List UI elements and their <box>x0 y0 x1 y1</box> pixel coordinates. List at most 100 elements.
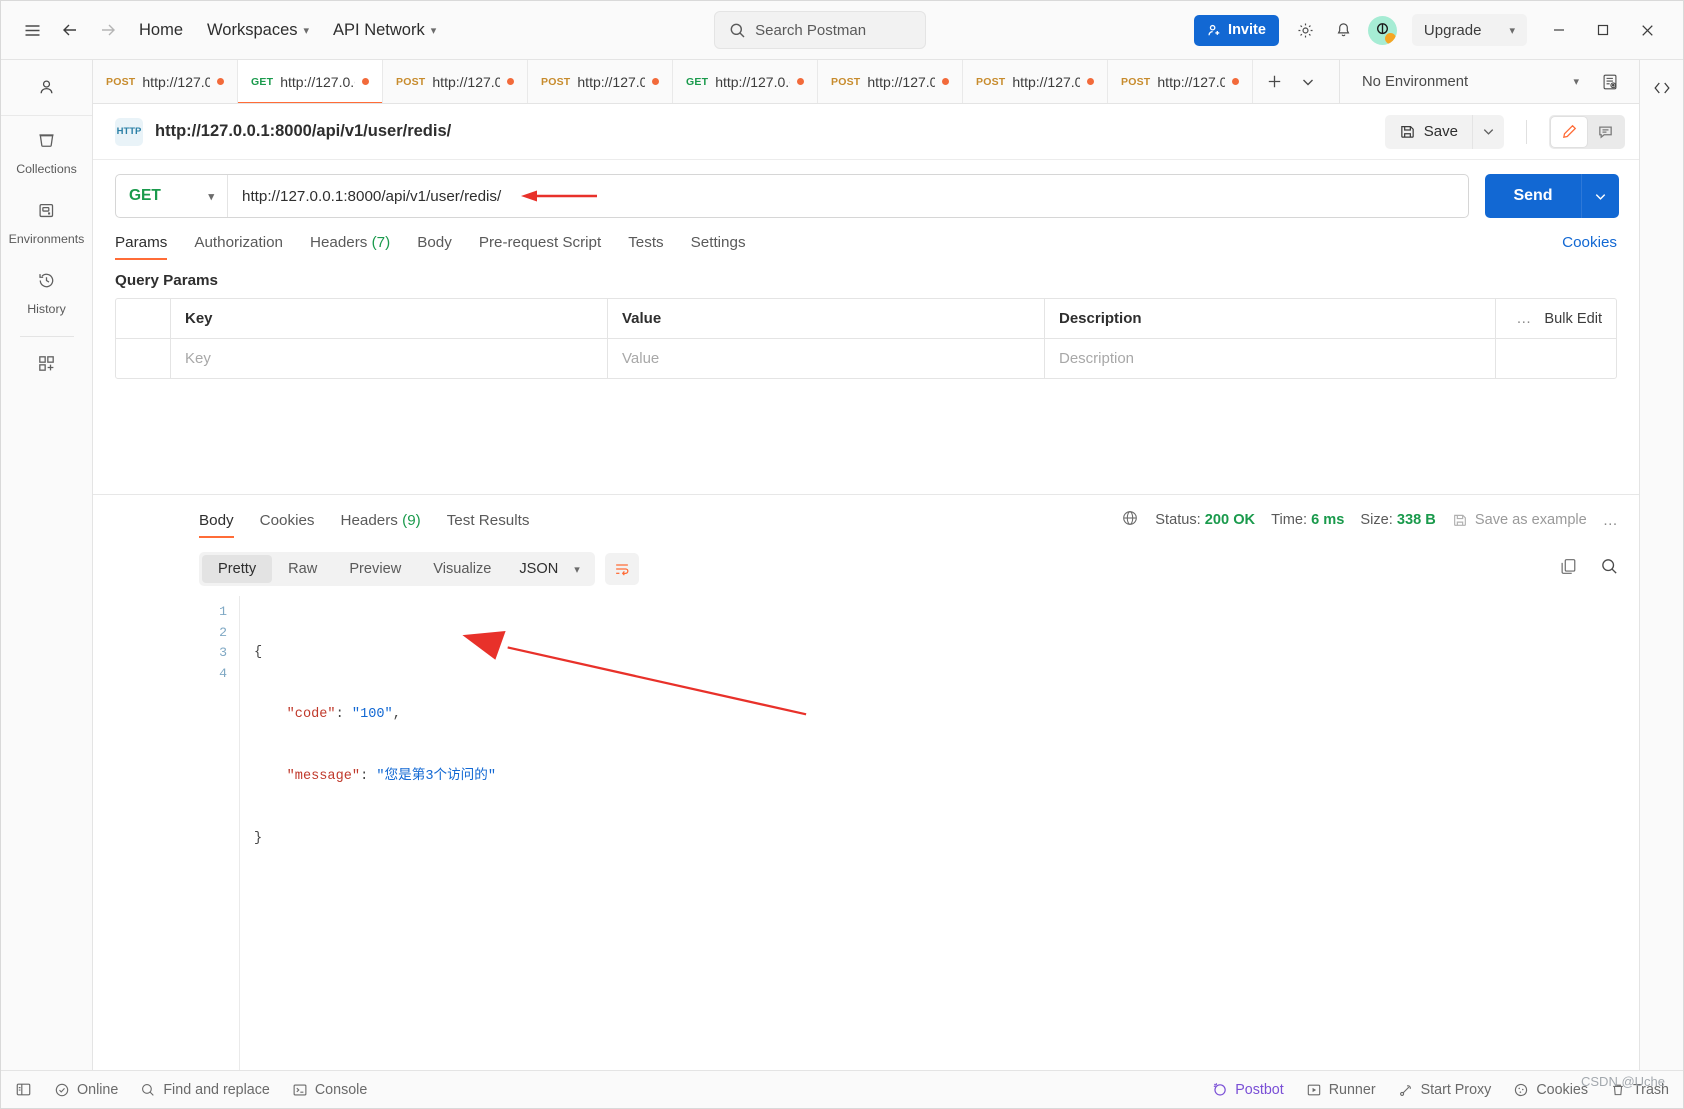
tab-url: http://127.0. <box>1157 73 1225 90</box>
ellipsis-icon[interactable]: … <box>1603 512 1619 529</box>
response-message-key: "message" <box>286 768 361 784</box>
tab-headers[interactable]: Headers (7) <box>310 234 390 260</box>
cookies-button[interactable]: Cookies <box>1513 1082 1588 1098</box>
arrow-left-icon[interactable] <box>53 13 87 47</box>
tab-test-results[interactable]: Test Results <box>447 512 530 538</box>
sidebar-item-collections[interactable]: Collections <box>1 116 92 186</box>
trash-button[interactable]: Trash <box>1610 1082 1669 1098</box>
viewer-tab-raw[interactable]: Raw <box>272 555 333 583</box>
viewer-tab-pretty[interactable]: Pretty <box>202 555 273 583</box>
line-number: 3 <box>219 645 227 661</box>
search-input[interactable]: Search Postman <box>714 11 927 49</box>
tab-params[interactable]: Params <box>115 234 168 260</box>
request-tab[interactable]: POST http://127.0 <box>383 60 528 103</box>
tab-authorization[interactable]: Authorization <box>194 234 283 260</box>
ellipsis-icon[interactable]: … <box>1516 310 1532 327</box>
code-editor[interactable]: 1 2 3 4 { "code": "100", "message": "您是第… <box>199 596 1619 1070</box>
nav-workspaces[interactable]: Workspaces ▾ <box>197 15 319 46</box>
url-input[interactable]: http://127.0.0.1:8000/api/v1/user/redis/ <box>228 175 1468 217</box>
tab-settings[interactable]: Settings <box>691 234 746 260</box>
request-tab[interactable]: POST http://127.0 <box>93 60 238 103</box>
console-button[interactable]: Console <box>292 1082 367 1098</box>
tab-body[interactable]: Body <box>417 234 452 260</box>
pencil-icon[interactable] <box>1551 116 1587 147</box>
send-options-button[interactable] <box>1581 174 1619 218</box>
cookies-link[interactable]: Cookies <box>1562 234 1617 260</box>
start-proxy-label: Start Proxy <box>1420 1081 1492 1098</box>
eye-list-icon[interactable] <box>1593 65 1627 99</box>
tab-response-headers[interactable]: Headers (9) <box>341 512 421 538</box>
copy-icon[interactable] <box>1559 557 1578 581</box>
response-format-label: JSON <box>519 561 559 577</box>
request-tab[interactable]: POST http://127.0. <box>528 60 673 103</box>
tab-tests[interactable]: Tests <box>628 234 663 260</box>
request-tab[interactable]: GET http://127.0.C <box>673 60 818 103</box>
tab-method: POST <box>831 75 861 88</box>
avatar[interactable] <box>1367 15 1397 45</box>
chevron-down-icon[interactable] <box>1291 65 1325 99</box>
request-tab[interactable]: POST http://127.0 <box>963 60 1108 103</box>
response-json-content[interactable]: { "code": "100", "message": "您是第3个访问的" } <box>239 596 1619 1070</box>
row-checkbox-cell[interactable] <box>116 339 171 378</box>
minimize-icon[interactable] <box>1539 10 1579 50</box>
status-online[interactable]: Online <box>54 1082 118 1098</box>
send-button[interactable]: Send <box>1485 174 1581 218</box>
start-proxy-button[interactable]: Start Proxy <box>1398 1081 1492 1098</box>
floppy-disk-icon <box>1453 514 1466 526</box>
tab-method: GET <box>251 75 274 88</box>
code-brackets-icon[interactable] <box>1646 72 1678 104</box>
send-group: Send <box>1485 174 1619 218</box>
upgrade-button[interactable]: Upgrade ▾ <box>1411 14 1527 46</box>
response-section-tabs: Body Cookies Headers (9) Test Results St… <box>93 495 1639 540</box>
close-icon[interactable] <box>1627 10 1667 50</box>
row-actions <box>1496 339 1616 378</box>
environment-selector[interactable]: No Environment ▾ <box>1356 69 1585 95</box>
postbot-button[interactable]: Postbot <box>1211 1081 1284 1098</box>
menu-icon[interactable] <box>15 13 49 47</box>
request-tab-active[interactable]: GET http://127.0.C <box>238 60 383 103</box>
save-options-button[interactable] <box>1472 114 1504 149</box>
query-params-title: Query Params <box>115 272 218 289</box>
history-icon <box>36 270 57 296</box>
tab-response-cookies[interactable]: Cookies <box>260 512 315 538</box>
sidebar-item-environments[interactable]: Environments <box>1 186 92 256</box>
chevron-down-icon: ▾ <box>1509 24 1515 37</box>
plus-icon[interactable] <box>1257 65 1291 99</box>
search-placeholder: Search Postman <box>755 21 867 39</box>
tab-headers-count: (7) <box>371 234 391 251</box>
nav-home[interactable]: Home <box>129 15 193 46</box>
globe-icon <box>1121 509 1139 531</box>
tab-url: http://127.0.C <box>280 73 355 90</box>
maximize-icon[interactable] <box>1583 10 1623 50</box>
comment-icon[interactable] <box>1587 117 1623 147</box>
method-selector[interactable]: GET ▾ <box>116 175 228 217</box>
save-button[interactable]: Save <box>1384 114 1472 149</box>
sidebar-user-button[interactable] <box>1 60 92 116</box>
arrow-right-icon[interactable] <box>91 13 125 47</box>
gear-icon[interactable] <box>1289 13 1323 47</box>
sidebar-item-new[interactable] <box>1 339 92 389</box>
bulk-edit-button[interactable]: Bulk Edit <box>1544 311 1602 327</box>
search-icon[interactable] <box>1600 557 1619 581</box>
cell-value[interactable]: Value <box>608 339 1045 378</box>
nav-api-network[interactable]: API Network ▾ <box>323 15 446 46</box>
bell-icon[interactable] <box>1327 13 1361 47</box>
cell-description[interactable]: Description <box>1045 339 1496 378</box>
word-wrap-icon[interactable] <box>604 553 639 585</box>
sidebar-item-history[interactable]: History <box>1 256 92 326</box>
sidebar-toggle-icon[interactable] <box>15 1081 32 1098</box>
status-bar-right: Postbot Runner Start Proxy Cookies Trash… <box>1211 1074 1669 1098</box>
tab-response-body[interactable]: Body <box>199 512 234 538</box>
cell-key[interactable]: Key <box>171 339 608 378</box>
invite-button[interactable]: Invite <box>1194 14 1279 46</box>
request-tab[interactable]: POST http://127.0 <box>818 60 963 103</box>
runner-button[interactable]: Runner <box>1306 1082 1376 1098</box>
request-tab[interactable]: POST http://127.0. <box>1108 60 1253 103</box>
tab-pre-request-script[interactable]: Pre-request Script <box>479 234 601 260</box>
viewer-tab-visualize[interactable]: Visualize <box>417 555 507 583</box>
response-format-selector[interactable]: JSON ▾ <box>507 555 591 583</box>
save-as-example-button[interactable]: Save as example <box>1452 512 1587 528</box>
find-and-replace-button[interactable]: Find and replace <box>140 1082 270 1098</box>
viewer-tab-preview[interactable]: Preview <box>333 555 417 583</box>
table-row[interactable]: Key Value Description <box>116 338 1616 378</box>
